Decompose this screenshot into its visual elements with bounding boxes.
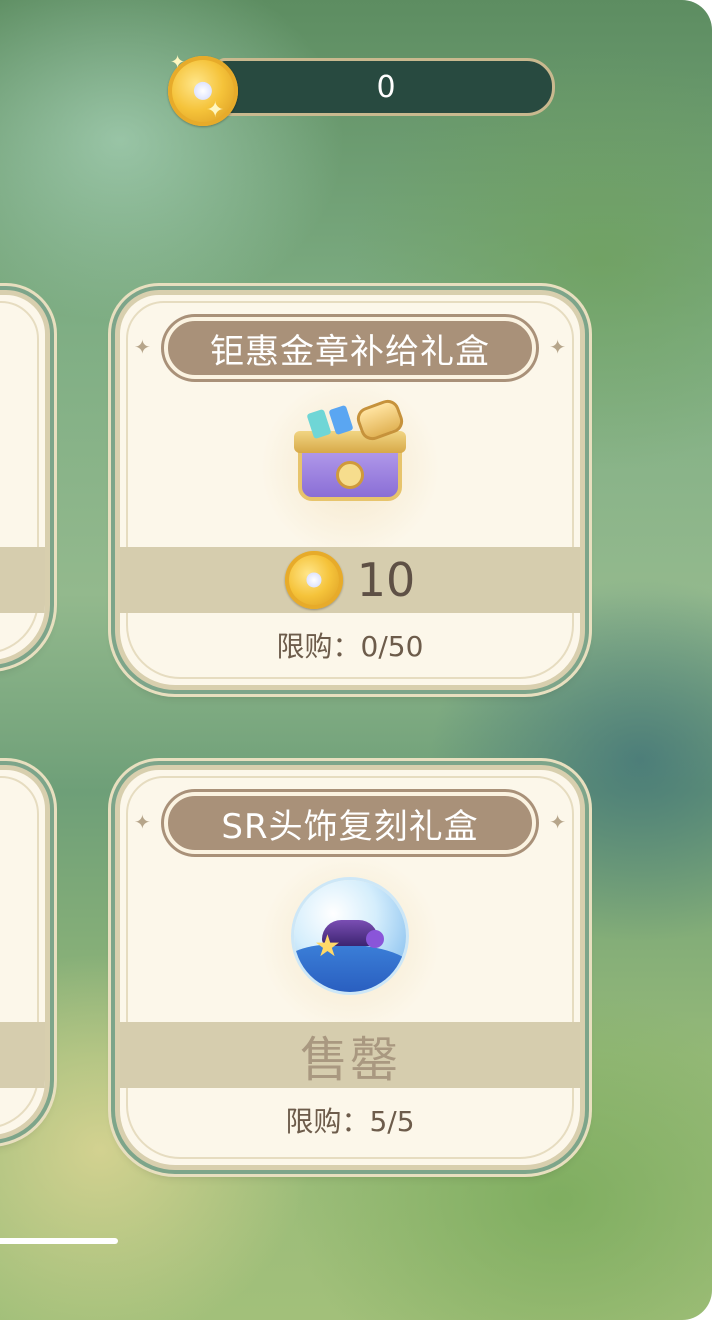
- diamond-ornament-icon: ✦: [134, 335, 151, 359]
- diamond-ornament-icon: ✦: [549, 810, 566, 834]
- price-band: [0, 547, 45, 613]
- currency-balance: 0: [376, 69, 396, 105]
- sparkle-icon: ✦: [206, 98, 225, 123]
- item-price: 10: [356, 553, 416, 607]
- shop-item-card[interactable]: ✦ ✦ 钜惠金章补给礼盒 10 限购：0/50: [115, 290, 585, 690]
- star-icon: ★: [314, 929, 341, 964]
- treasure-chest-icon: [292, 396, 408, 507]
- shop-item-card[interactable]: ✦ ✦ SR头饰复刻礼盒 ★ 售罄 限购：5/5: [115, 765, 585, 1170]
- purchase-limit: 限购：0/50: [276, 630, 424, 663]
- gold-coin-icon: [284, 551, 343, 609]
- scroll-indicator[interactable]: [0, 1238, 118, 1244]
- price-band[interactable]: 10: [120, 547, 580, 613]
- item-title: 钜惠金章补给礼盒: [164, 317, 536, 379]
- purchase-limit: 限购：5/5: [285, 1105, 415, 1138]
- shop-card-partial[interactable]: [0, 290, 50, 665]
- bead-shape: [366, 930, 384, 948]
- shop-screen: 0 ✦ ✦ ✦ ✦ 钜惠金章补给礼盒 10 限购：0/50 ✦ ✦ SR头饰复刻…: [0, 0, 712, 1320]
- sparkle-icon: ✦: [170, 52, 186, 73]
- shop-card-partial[interactable]: [0, 765, 50, 1140]
- diamond-ornament-icon: ✦: [549, 335, 566, 359]
- sold-out-label: 售罄: [299, 1032, 400, 1088]
- headwear-orb-icon: ★: [294, 880, 406, 992]
- chest-lock: [336, 461, 364, 489]
- orb-wave: [294, 944, 406, 992]
- item-title: SR头饰复刻礼盒: [164, 792, 536, 854]
- sold-out-band: 售罄: [120, 1022, 580, 1088]
- diamond-ornament-icon: ✦: [134, 810, 151, 834]
- price-band: [0, 1022, 45, 1088]
- currency-bar: 0: [215, 58, 555, 116]
